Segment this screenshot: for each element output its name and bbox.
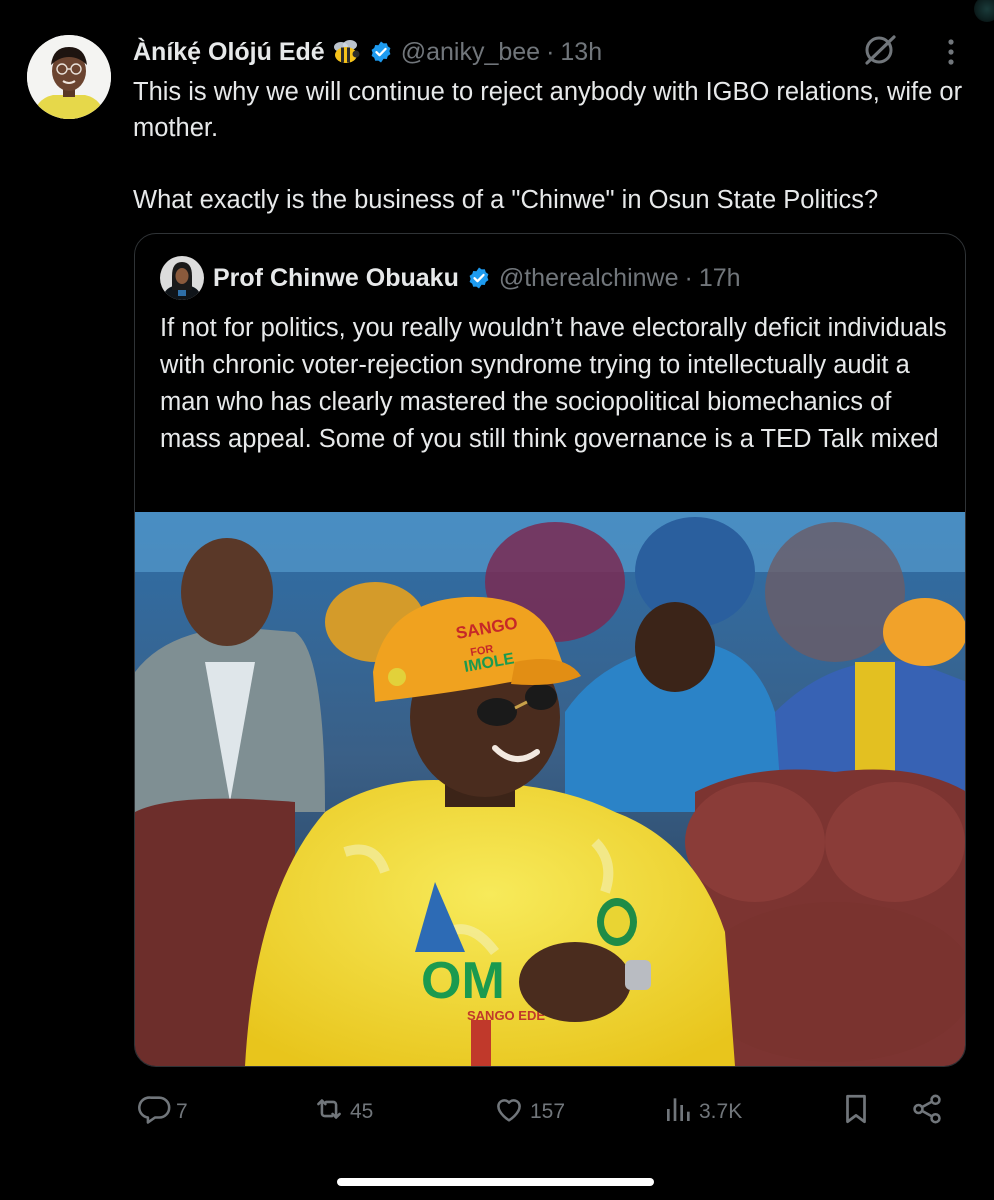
quoted-tweet[interactable]: Prof Chinwe Obuaku @therealchinwe · 17h … — [134, 233, 966, 1067]
grok-icon[interactable] — [862, 32, 898, 73]
quoted-author-handle[interactable]: @therealchinwe — [499, 264, 679, 293]
repost-button[interactable]: 45 — [312, 1092, 373, 1132]
repost-icon — [312, 1092, 346, 1132]
quoted-header-separator: · — [684, 263, 693, 292]
quoted-tweet-text: If not for politics, you really wouldn’t… — [160, 314, 947, 453]
corner-glow — [974, 0, 994, 22]
like-button[interactable]: 157 — [492, 1092, 565, 1132]
shirt-logo-text: OM — [421, 952, 505, 1010]
repost-count: 45 — [350, 1100, 374, 1123]
bee-icon — [331, 39, 361, 65]
share-button[interactable] — [910, 1092, 944, 1132]
author-handle[interactable]: @aniky_bee — [401, 38, 540, 67]
like-count: 157 — [530, 1100, 566, 1123]
reply-count: 7 — [176, 1100, 188, 1123]
views-button[interactable]: 3.7K — [663, 1092, 742, 1132]
quoted-tweet-photo[interactable]: OM SANGO EDE SANGO FOR IMOLE — [135, 512, 965, 1066]
view-count: 3.7K — [699, 1100, 743, 1123]
analytics-icon — [663, 1093, 695, 1131]
bookmark-icon — [841, 1092, 871, 1132]
reply-button[interactable]: 7 — [138, 1092, 188, 1132]
tweet-actions: 7 45 157 3.7K — [0, 1092, 994, 1132]
quoted-header: Prof Chinwe Obuaku @therealchinwe · 17h — [213, 260, 741, 296]
more-options-icon[interactable] — [946, 38, 956, 71]
tweet-paragraph: This is why we will continue to reject a… — [133, 78, 963, 142]
verified-badge-icon — [467, 266, 491, 290]
author-name[interactable]: Àníkẹ́ Olójú Edé — [133, 38, 325, 67]
heart-icon — [492, 1092, 526, 1132]
quoted-tweet-time[interactable]: 17h — [699, 264, 741, 293]
tweet-header: Àníkẹ́ Olójú Edé @aniky_bee · 13h — [133, 34, 602, 70]
tweet-paragraph: What exactly is the business of a "Chinw… — [133, 186, 879, 214]
author-avatar[interactable] — [27, 35, 111, 119]
quoted-author-name[interactable]: Prof Chinwe Obuaku — [213, 264, 459, 293]
header-separator: · — [546, 37, 555, 66]
verified-badge-icon — [369, 40, 393, 64]
quoted-author-avatar[interactable] — [160, 256, 204, 300]
share-icon — [910, 1092, 944, 1132]
home-indicator[interactable] — [337, 1178, 654, 1186]
tweet-text: This is why we will continue to reject a… — [133, 74, 983, 218]
reply-icon — [138, 1092, 172, 1132]
bookmark-button[interactable] — [841, 1092, 871, 1132]
tweet-time[interactable]: 13h — [560, 38, 602, 67]
